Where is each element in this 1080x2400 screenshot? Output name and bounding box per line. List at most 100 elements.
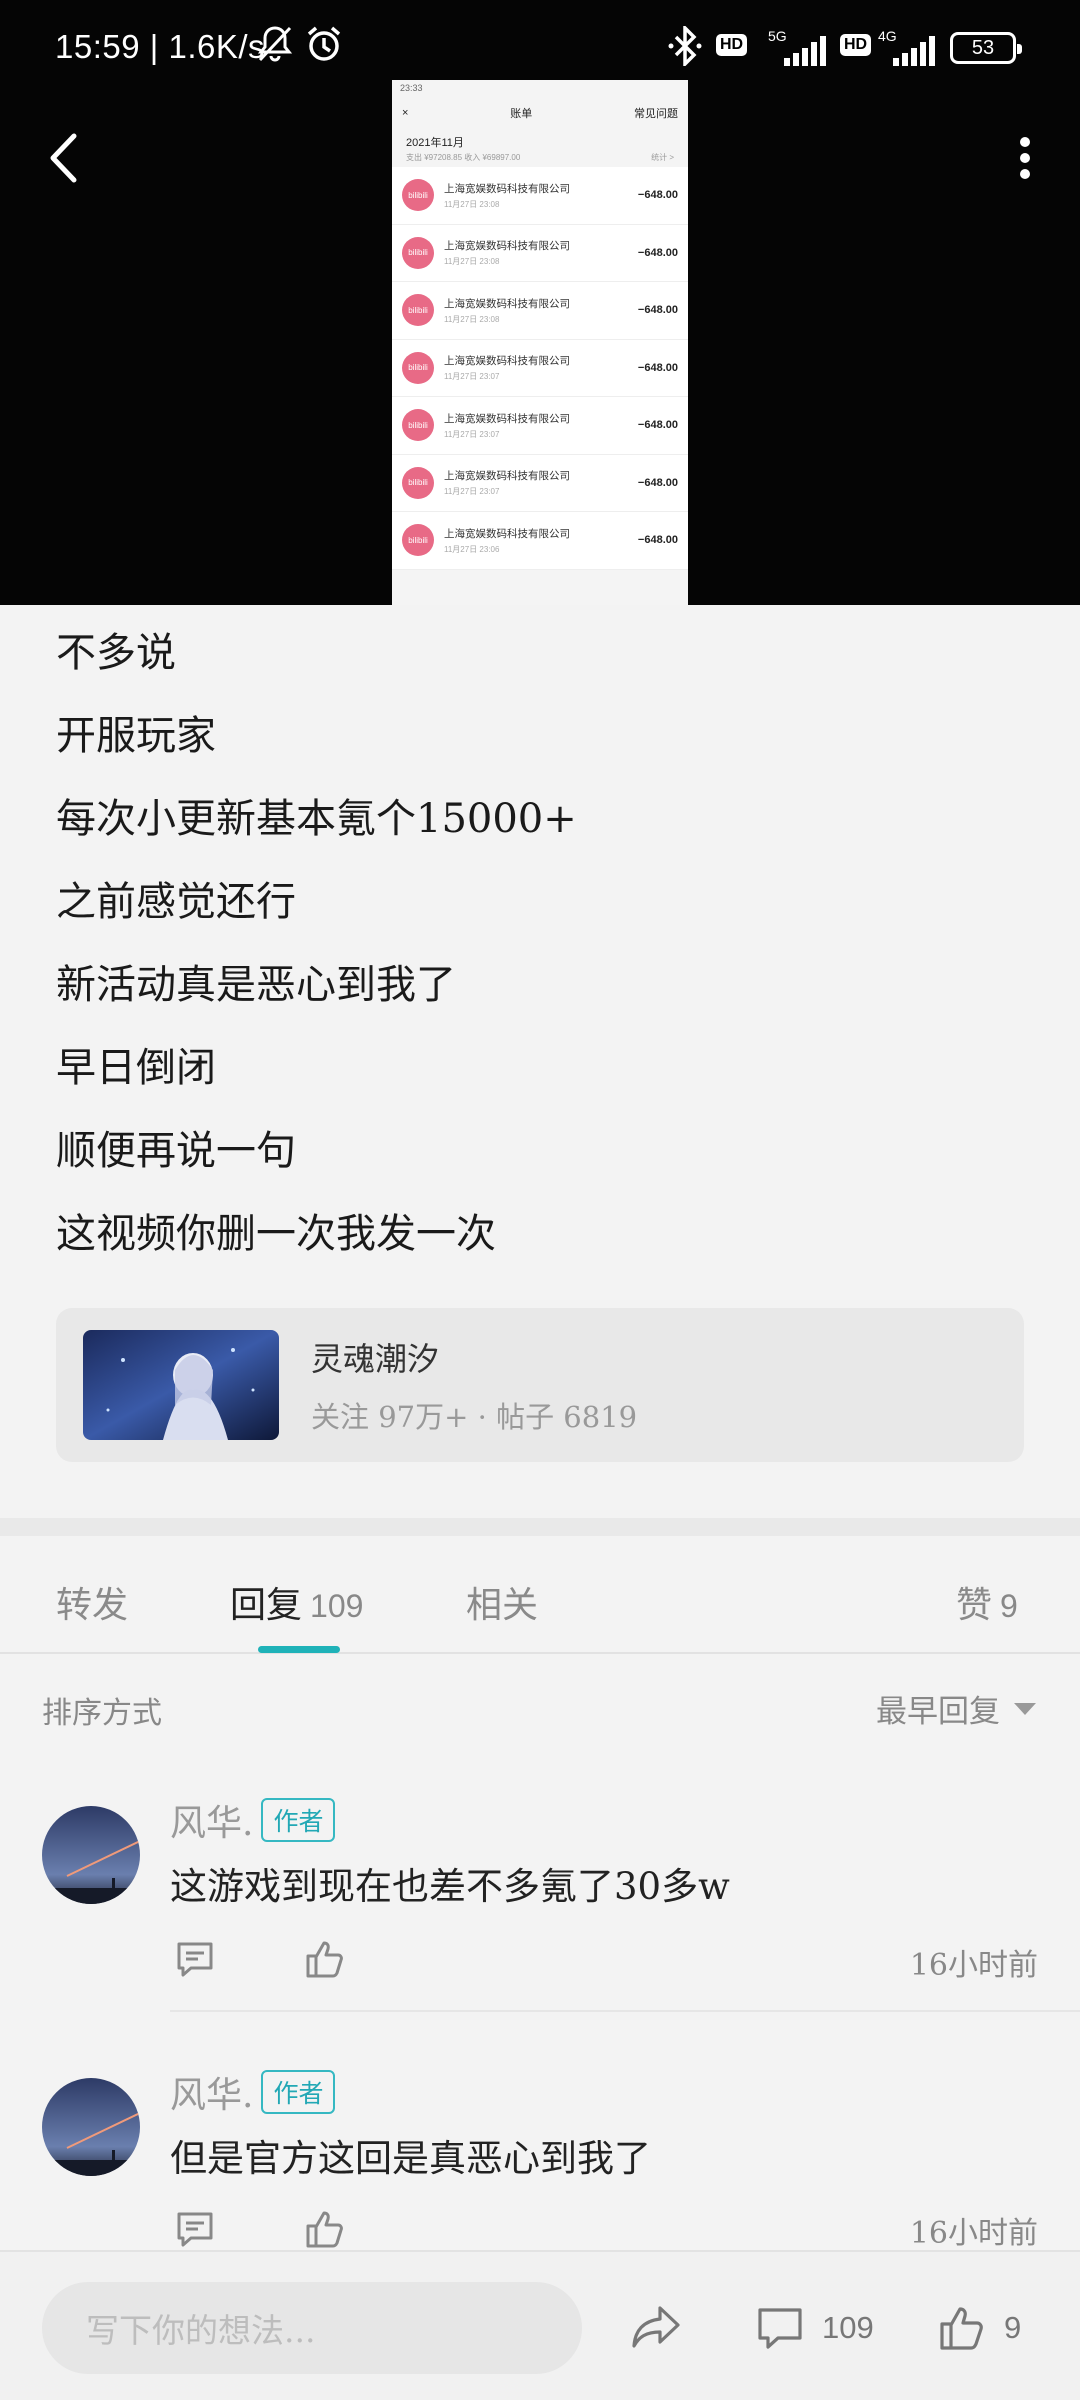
comment-time: 16小时前 [909, 2216, 1038, 2250]
forum-card[interactable]: 灵魂潮汐 关注 97万+ · 帖子 6819 [56, 1308, 1024, 1462]
active-tab-indicator [258, 1646, 340, 1653]
comment-icon [177, 1942, 213, 1977]
tab-like[interactable]: 赞9 [956, 1576, 1018, 1628]
forum-meta: 关注 97万+ · 帖子 6819 [311, 1400, 638, 1434]
post-line: 顺便再说一句 [56, 1128, 296, 1174]
bilibili-logo-icon: bilibili [402, 179, 434, 212]
sort-row: 排序方式 最早回复 [0, 1654, 1080, 1764]
reply-comment-button[interactable] [172, 1936, 218, 1982]
tab-reply-label: 回复 [230, 1585, 303, 1626]
comments-button[interactable]: 109 [756, 2304, 874, 2352]
battery-icon: 53 [950, 32, 1022, 64]
bilibili-logo-icon: bilibili [402, 466, 434, 499]
post-line: 这视频你删一次我发一次 [56, 1211, 496, 1257]
shot-merchant: 上海宽娱数码科技有限公司 [444, 240, 570, 253]
shot-date: 11月27日 23:08 [444, 257, 500, 267]
shot-transaction-row: bilibili 上海宽娱数码科技有限公司 11月27日 23:07 −648.00 [392, 455, 688, 512]
post-line: 不多说 [56, 630, 176, 676]
sort-dropdown[interactable]: 最早回复 [876, 1686, 1036, 1731]
shot-stats-link: 统计 > [651, 153, 674, 162]
shot-faq: 常见问题 [634, 108, 678, 120]
signal-icon-2: 4G [876, 22, 940, 66]
shot-transaction-row: bilibili 上海宽娱数码科技有限公司 11月27日 23:08 −648.00 [392, 282, 688, 340]
back-arrow-icon [50, 133, 77, 183]
shot-transaction-row: bilibili 上海宽娱数码科技有限公司 11月27日 23:07 −648.00 [392, 397, 688, 455]
comment-icon [177, 2212, 213, 2247]
shot-merchant: 上海宽娱数码科技有限公司 [444, 297, 570, 310]
post-line: 每次小更新基本氪个15000+ [56, 796, 577, 842]
shot-title: 账单 [510, 108, 533, 120]
section-divider [0, 1518, 1080, 1536]
thumbs-up-icon [940, 2307, 983, 2350]
tab-reply-count: 109 [310, 1588, 364, 1624]
status-time: 15:59 | 1.6K/s [55, 28, 266, 65]
bottom-action-bar: 写下你的想法... 109 9 [0, 2250, 1080, 2400]
like-post-button[interactable]: 9 [938, 2304, 1021, 2352]
shot-summary: 支出 ¥97208.85 收入 ¥69897.00 [406, 153, 521, 162]
avatar[interactable] [42, 1806, 140, 1904]
shot-merchant: 上海宽娱数码科技有限公司 [444, 355, 570, 368]
more-vertical-icon [1020, 137, 1030, 179]
comment-input[interactable]: 写下你的想法... [42, 2282, 582, 2374]
forum-name: 灵魂潮汐 [311, 1340, 440, 1378]
like-comment-button[interactable] [302, 1936, 348, 1982]
shot-date: 11月27日 23:07 [444, 487, 500, 497]
bilibili-logo-icon: bilibili [402, 236, 434, 269]
bilibili-logo-icon: bilibili [402, 409, 434, 442]
shot-amount: −648.00 [637, 246, 678, 259]
shot-transaction-row: bilibili 上海宽娱数码科技有限公司 11月27日 23:08 −648.00 [392, 167, 688, 225]
thumbs-up-icon [306, 2211, 343, 2248]
forum-thumbnail [83, 1330, 279, 1440]
share-button[interactable] [630, 2304, 682, 2350]
post-line: 开服玩家 [56, 713, 216, 759]
shot-merchant: 上海宽娱数码科技有限公司 [444, 527, 570, 540]
post-content: 不多说 开服玩家 每次小更新基本氪个15000+ 之前感觉还行 新活动真是恶心到… [56, 612, 1016, 1276]
comment-text: 但是官方这回是真恶心到我了 [170, 2137, 651, 2180]
tab-related[interactable]: 相关 [466, 1576, 538, 1628]
shot-amount: −648.00 [637, 304, 678, 317]
author-badge: 作者 [261, 2070, 336, 2114]
hd-badge-1: HD [716, 34, 748, 56]
comment-time: 16小时前 [909, 1948, 1038, 1983]
video-player[interactable]: 23:33 × 账单 常见问题 2021年11月 支出 ¥97208.85 收入… [0, 0, 1080, 605]
shot-transaction-row: bilibili 上海宽娱数码科技有限公司 11月27日 23:06 −648.00 [392, 512, 688, 570]
tab-forward[interactable]: 转发 [56, 1576, 128, 1628]
shot-close: × [402, 107, 409, 119]
comment-author-name: 风华. [170, 2075, 254, 2116]
thumbs-up-icon [306, 1941, 343, 1978]
hd-badge-2: HD [840, 34, 872, 56]
comment-author-name: 风华. [170, 1803, 254, 1844]
comment-text: 这游戏到现在也差不多氪了30多w [170, 1865, 730, 1908]
shot-amount: −648.00 [637, 419, 678, 432]
shot-date: 11月27日 23:07 [444, 429, 500, 439]
like-comment-button[interactable] [302, 2206, 348, 2250]
comment-author[interactable]: 风华. 作者 [170, 1794, 336, 1846]
shot-summary-row: 支出 ¥97208.85 收入 ¥69897.00 统计 > [392, 150, 688, 167]
shot-merchant: 上海宽娱数码科技有限公司 [444, 470, 570, 483]
shot-month: 2021年11月 [406, 137, 464, 149]
video-frame-screenshot: 23:33 × 账单 常见问题 2021年11月 支出 ¥97208.85 收入… [392, 80, 688, 605]
like-count: 9 [1004, 2310, 1022, 2345]
reply-comment-button[interactable] [172, 2206, 218, 2250]
back-button[interactable] [38, 128, 88, 188]
avatar[interactable] [42, 2078, 140, 2176]
post-line: 新活动真是恶心到我了 [56, 962, 456, 1008]
bilibili-logo-icon: bilibili [402, 524, 434, 557]
bluetooth-icon [668, 26, 702, 66]
post-line: 之前感觉还行 [56, 879, 296, 925]
comment-icon [758, 2308, 802, 2349]
shot-date: 11月27日 23:08 [444, 314, 500, 324]
caret-down-icon [1014, 1702, 1036, 1715]
sort-value: 最早回复 [876, 1694, 1000, 1730]
more-button[interactable] [1000, 128, 1050, 188]
tab-reply[interactable]: 回复 109 [230, 1576, 363, 1628]
comment-author[interactable]: 风华. 作者 [170, 2066, 336, 2118]
shot-transaction-row: bilibili 上海宽娱数码科技有限公司 11月27日 23:07 −648.00 [392, 340, 688, 397]
shot-amount: −648.00 [637, 534, 678, 547]
bilibili-logo-icon: bilibili [402, 294, 434, 327]
share-icon [632, 2306, 680, 2348]
bilibili-logo-icon: bilibili [402, 351, 434, 384]
shot-merchant: 上海宽娱数码科技有限公司 [444, 412, 570, 425]
sort-label: 排序方式 [42, 1696, 162, 1731]
post-line: 早日倒闭 [56, 1045, 216, 1091]
